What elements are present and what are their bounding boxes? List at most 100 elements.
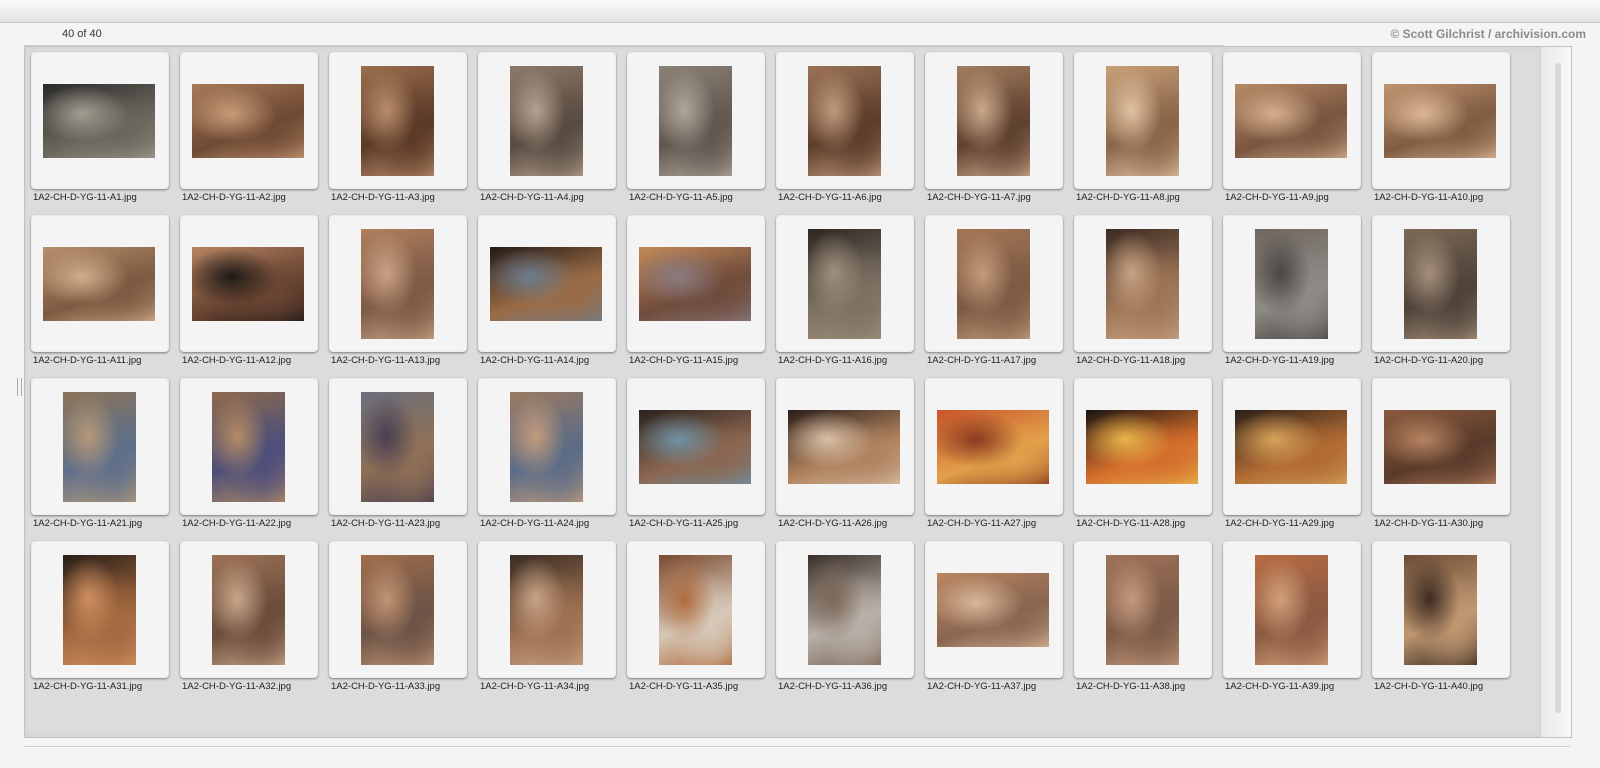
thumbnail-filename[interactable]: 1A2-CH-D-YG-11-A40.jpg [1374, 681, 1483, 692]
thumbnail-image[interactable] [212, 392, 285, 502]
thumbnail-item[interactable]: 1A2-CH-D-YG-11-A33.jpg [329, 541, 478, 704]
thumbnail-filename[interactable]: 1A2-CH-D-YG-11-A20.jpg [1374, 355, 1483, 366]
slide-frame[interactable] [627, 52, 765, 189]
thumbnail-filename[interactable]: 1A2-CH-D-YG-11-A5.jpg [629, 192, 733, 203]
slide-frame[interactable] [478, 541, 616, 678]
slide-frame[interactable] [1372, 378, 1510, 515]
thumbnail-image[interactable] [361, 555, 434, 665]
thumbnail-item[interactable]: 1A2-CH-D-YG-11-A22.jpg [180, 378, 329, 541]
thumbnail-image[interactable] [1404, 229, 1477, 339]
vertical-scrollbar[interactable] [1540, 47, 1571, 737]
thumbnail-image[interactable] [639, 247, 751, 321]
thumbnail-item[interactable]: 1A2-CH-D-YG-11-A14.jpg [478, 215, 627, 378]
thumbnail-item[interactable]: 1A2-CH-D-YG-11-A31.jpg [31, 541, 180, 704]
thumbnail-item[interactable]: 1A2-CH-D-YG-11-A16.jpg [776, 215, 925, 378]
slide-frame[interactable] [1223, 378, 1361, 515]
thumbnail-item[interactable]: 1A2-CH-D-YG-11-A24.jpg [478, 378, 627, 541]
thumbnail-item[interactable]: 1A2-CH-D-YG-11-A37.jpg [925, 541, 1074, 704]
thumbnail-image[interactable] [1384, 410, 1496, 484]
thumbnail-item[interactable]: 1A2-CH-D-YG-11-A40.jpg [1372, 541, 1521, 704]
thumbnail-filename[interactable]: 1A2-CH-D-YG-11-A3.jpg [331, 192, 435, 203]
thumbnail-image[interactable] [63, 392, 136, 502]
thumbnail-item[interactable]: 1A2-CH-D-YG-11-A8.jpg [1074, 52, 1223, 215]
thumbnail-filename[interactable]: 1A2-CH-D-YG-11-A16.jpg [778, 355, 887, 366]
slide-frame[interactable] [1074, 378, 1212, 515]
thumbnail-filename[interactable]: 1A2-CH-D-YG-11-A26.jpg [778, 518, 887, 529]
thumbnail-filename[interactable]: 1A2-CH-D-YG-11-A33.jpg [331, 681, 440, 692]
thumbnail-filename[interactable]: 1A2-CH-D-YG-11-A24.jpg [480, 518, 589, 529]
slide-frame[interactable] [31, 215, 169, 352]
thumbnail-filename[interactable]: 1A2-CH-D-YG-11-A29.jpg [1225, 518, 1334, 529]
thumbnail-filename[interactable]: 1A2-CH-D-YG-11-A38.jpg [1076, 681, 1185, 692]
thumbnail-filename[interactable]: 1A2-CH-D-YG-11-A37.jpg [927, 681, 1036, 692]
thumbnail-item[interactable]: 1A2-CH-D-YG-11-A2.jpg [180, 52, 329, 215]
thumbnail-image[interactable] [788, 410, 900, 484]
thumbnail-item[interactable]: 1A2-CH-D-YG-11-A6.jpg [776, 52, 925, 215]
thumbnail-image[interactable] [808, 229, 881, 339]
thumbnail-filename[interactable]: 1A2-CH-D-YG-11-A19.jpg [1225, 355, 1334, 366]
thumbnail-image[interactable] [361, 66, 434, 176]
thumbnail-image[interactable] [639, 410, 751, 484]
thumbnail-filename[interactable]: 1A2-CH-D-YG-11-A22.jpg [182, 518, 291, 529]
slide-frame[interactable] [1074, 541, 1212, 678]
slide-frame[interactable] [1223, 52, 1361, 189]
slide-frame[interactable] [1074, 52, 1212, 189]
thumbnail-item[interactable]: 1A2-CH-D-YG-11-A12.jpg [180, 215, 329, 378]
thumbnail-image[interactable] [490, 247, 602, 321]
thumbnail-filename[interactable]: 1A2-CH-D-YG-11-A7.jpg [927, 192, 1031, 203]
thumbnail-item[interactable]: 1A2-CH-D-YG-11-A26.jpg [776, 378, 925, 541]
slide-frame[interactable] [776, 541, 914, 678]
resize-handle[interactable] [17, 378, 22, 396]
slide-frame[interactable] [180, 378, 318, 515]
slide-frame[interactable] [180, 52, 318, 189]
thumbnail-image[interactable] [1255, 555, 1328, 665]
thumbnail-filename[interactable]: 1A2-CH-D-YG-11-A21.jpg [33, 518, 142, 529]
thumbnail-image[interactable] [937, 410, 1049, 484]
thumbnail-filename[interactable]: 1A2-CH-D-YG-11-A8.jpg [1076, 192, 1180, 203]
thumbnail-image[interactable] [659, 66, 732, 176]
thumbnail-item[interactable]: 1A2-CH-D-YG-11-A27.jpg [925, 378, 1074, 541]
thumbnail-filename[interactable]: 1A2-CH-D-YG-11-A2.jpg [182, 192, 286, 203]
thumbnail-filename[interactable]: 1A2-CH-D-YG-11-A23.jpg [331, 518, 440, 529]
slide-frame[interactable] [1223, 541, 1361, 678]
thumbnail-filename[interactable]: 1A2-CH-D-YG-11-A14.jpg [480, 355, 589, 366]
slide-frame[interactable] [31, 52, 169, 189]
slide-frame[interactable] [1223, 215, 1361, 352]
thumbnail-image[interactable] [957, 66, 1030, 176]
thumbnail-item[interactable]: 1A2-CH-D-YG-11-A36.jpg [776, 541, 925, 704]
thumbnail-filename[interactable]: 1A2-CH-D-YG-11-A12.jpg [182, 355, 291, 366]
thumbnail-image[interactable] [659, 555, 732, 665]
thumbnail-image[interactable] [1106, 66, 1179, 176]
slide-frame[interactable] [925, 215, 1063, 352]
thumbnail-filename[interactable]: 1A2-CH-D-YG-11-A34.jpg [480, 681, 589, 692]
thumbnail-item[interactable]: 1A2-CH-D-YG-11-A30.jpg [1372, 378, 1521, 541]
thumbnail-image[interactable] [192, 247, 304, 321]
thumbnail-image[interactable] [192, 84, 304, 158]
thumbnail-filename[interactable]: 1A2-CH-D-YG-11-A35.jpg [629, 681, 738, 692]
slide-frame[interactable] [31, 378, 169, 515]
thumbnail-filename[interactable]: 1A2-CH-D-YG-11-A31.jpg [33, 681, 142, 692]
thumbnail-filename[interactable]: 1A2-CH-D-YG-11-A9.jpg [1225, 192, 1329, 203]
slide-frame[interactable] [776, 378, 914, 515]
scrollbar-track[interactable] [1555, 63, 1561, 713]
thumbnail-image[interactable] [808, 555, 881, 665]
slide-frame[interactable] [478, 378, 616, 515]
thumbnail-item[interactable]: 1A2-CH-D-YG-11-A32.jpg [180, 541, 329, 704]
thumbnail-item[interactable]: 1A2-CH-D-YG-11-A29.jpg [1223, 378, 1372, 541]
thumbnail-item[interactable]: 1A2-CH-D-YG-11-A7.jpg [925, 52, 1074, 215]
slide-frame[interactable] [1372, 541, 1510, 678]
thumbnail-image[interactable] [1255, 229, 1328, 339]
thumbnail-filename[interactable]: 1A2-CH-D-YG-11-A27.jpg [927, 518, 1036, 529]
thumbnail-image[interactable] [361, 229, 434, 339]
thumbnail-item[interactable]: 1A2-CH-D-YG-11-A35.jpg [627, 541, 776, 704]
thumbnail-filename[interactable]: 1A2-CH-D-YG-11-A39.jpg [1225, 681, 1334, 692]
slide-frame[interactable] [925, 541, 1063, 678]
thumbnail-image[interactable] [808, 66, 881, 176]
thumbnail-filename[interactable]: 1A2-CH-D-YG-11-A32.jpg [182, 681, 291, 692]
thumbnail-image[interactable] [510, 392, 583, 502]
thumbnail-filename[interactable]: 1A2-CH-D-YG-11-A6.jpg [778, 192, 882, 203]
slide-frame[interactable] [478, 215, 616, 352]
slide-frame[interactable] [31, 541, 169, 678]
slide-frame[interactable] [776, 52, 914, 189]
thumbnail-item[interactable]: 1A2-CH-D-YG-11-A5.jpg [627, 52, 776, 215]
